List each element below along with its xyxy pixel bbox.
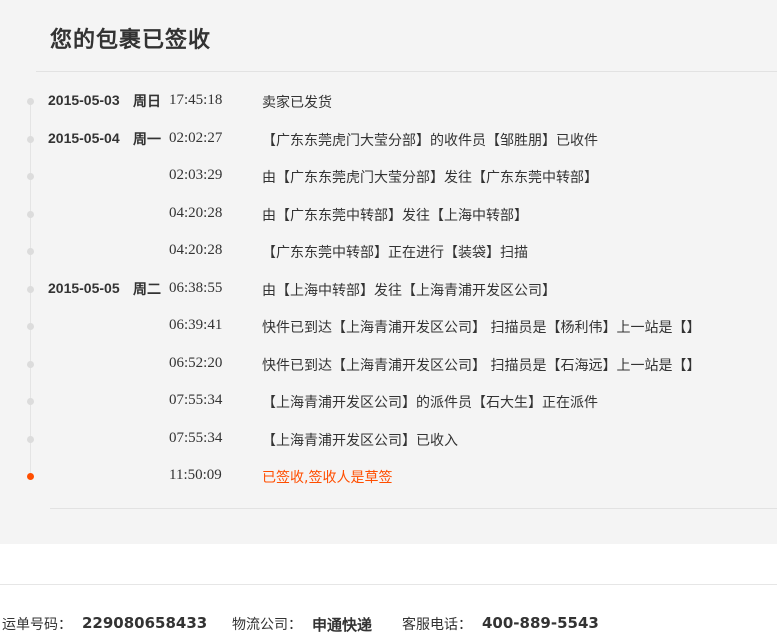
entry-date: 2015-05-04: [48, 129, 120, 146]
tracking-panel: 您的包裹已签收 2015-05-03 周日 17:45:18 卖家已发货 2015-05…: [0, 0, 777, 544]
footer-divider: [0, 584, 777, 585]
timeline-entry: 04:20:28 由【广东东莞中转部】发往【上海中转部】: [0, 202, 777, 226]
phone-label: 客服电话：: [402, 617, 472, 633]
timeline-entry: 2015-05-04 周一 02:02:27 【广东东莞虎门大莹分部】的收件员【邹胜朋…: [0, 127, 777, 151]
timeline-entry: 11:50:09 已签收,签收人是草签: [0, 464, 777, 488]
company-name: 申通快递: [312, 616, 373, 634]
service-phone: 400-889-5543: [482, 614, 599, 632]
entry-time: 02:02:27: [169, 129, 223, 146]
timeline-entry: 04:20:28 【广东东莞中转部】正在进行【装袋】扫描: [0, 239, 777, 263]
entry-weekday: 周二: [133, 281, 161, 298]
entry-description: 由【上海中转部】发往【上海青浦开发区公司】: [262, 282, 556, 299]
entry-time: 04:20:28: [169, 242, 223, 258]
entry-time: 04:20:28: [169, 204, 223, 221]
timeline-dot-icon: [27, 173, 34, 180]
timeline-dot-icon: [27, 135, 34, 143]
timeline-bottom-divider: [50, 508, 777, 509]
timeline-dot-icon: [27, 435, 34, 443]
entry-time: 06:39:41: [169, 317, 223, 333]
shipment-info: 运单号码： 229080658433 物流公司： 申通快递 客服电话： 400-…: [0, 614, 777, 634]
company-label: 物流公司：: [232, 617, 302, 633]
page-title: 您的包裹已签收: [50, 28, 212, 53]
timeline-entry: 02:03:29 由【广东东莞虎门大莹分部】发往【广东东莞中转部】: [0, 164, 777, 188]
waybill-number: 229080658433: [82, 614, 208, 632]
timeline-dot-icon: [27, 210, 34, 218]
entry-date: 2015-05-03: [48, 92, 120, 108]
timeline-entry: 2015-05-03 周日 17:45:18 卖家已发货: [0, 89, 777, 113]
entry-description: 【广东东莞中转部】正在进行【装袋】扫描: [262, 245, 528, 261]
entry-time: 07:55:34: [169, 429, 223, 446]
entry-description: 快件已到达【上海青浦开发区公司】 扫描员是【杨利伟】上一站是【】: [262, 320, 701, 336]
entry-time: 17:45:18: [169, 92, 223, 108]
timeline-entry: 07:55:34 【上海青浦开发区公司】的派件员【石大生】正在派件: [0, 389, 777, 413]
timeline-entry: 07:55:34 【上海青浦开发区公司】已收入: [0, 427, 777, 451]
timeline-entry: 06:39:41 快件已到达【上海青浦开发区公司】 扫描员是【杨利伟】上一站是【】: [0, 314, 777, 338]
entry-weekday: 周日: [133, 94, 161, 110]
entry-weekday: 周一: [133, 131, 161, 148]
entry-time: 07:55:34: [169, 392, 223, 408]
waybill-label: 运单号码：: [2, 617, 72, 633]
timeline-dot-icon: [27, 360, 34, 368]
entry-description: 由【广东东莞虎门大莹分部】发往【广东东莞中转部】: [262, 170, 598, 186]
entry-description: 【上海青浦开发区公司】的派件员【石大生】正在派件: [262, 395, 598, 411]
entry-description: 卖家已发货: [262, 95, 332, 111]
entry-time: 06:38:55: [169, 279, 223, 296]
timeline-dot-icon: [27, 323, 34, 330]
timeline-entry: 06:52:20 快件已到达【上海青浦开发区公司】 扫描员是【石海远】上一站是【】: [0, 352, 777, 376]
timeline-dot-icon: [27, 98, 34, 105]
entry-description: 【广东东莞虎门大莹分部】的收件员【邹胜朋】已收件: [262, 132, 598, 149]
timeline-dot-icon: [27, 398, 34, 405]
entry-description: 已签收,签收人是草签: [262, 470, 393, 486]
current-status-dot-icon: [27, 473, 34, 480]
entry-description: 【上海青浦开发区公司】已收入: [262, 432, 458, 449]
entry-date: 2015-05-05: [48, 279, 120, 296]
entry-time: 06:52:20: [169, 354, 223, 371]
entry-description: 快件已到达【上海青浦开发区公司】 扫描员是【石海远】上一站是【】: [262, 357, 701, 374]
timeline-dot-icon: [27, 285, 34, 293]
timeline-entry: 2015-05-05 周二 06:38:55 由【上海中转部】发往【上海青浦开发区公司…: [0, 277, 777, 301]
entry-time: 02:03:29: [169, 167, 223, 183]
entry-time: 11:50:09: [169, 467, 222, 483]
title-divider: [36, 71, 777, 72]
entry-description: 由【广东东莞中转部】发往【上海中转部】: [262, 207, 528, 224]
timeline-dot-icon: [27, 248, 34, 255]
